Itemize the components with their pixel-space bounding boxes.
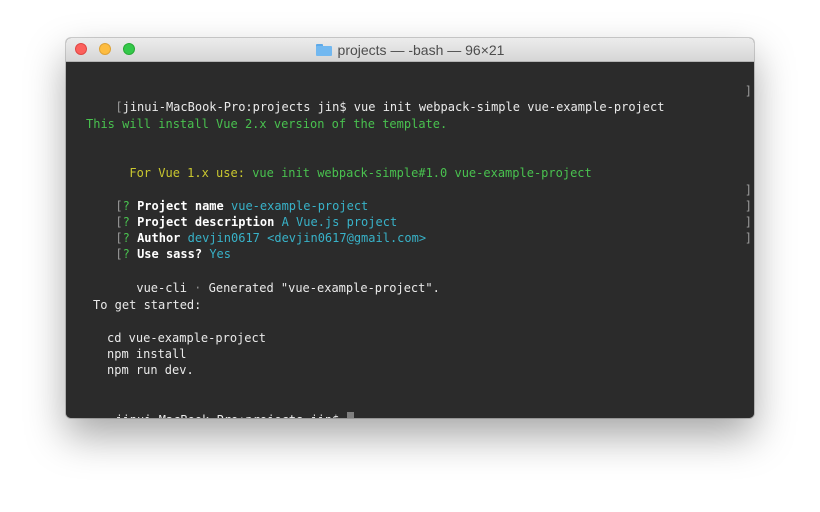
answer-label: Use sass? — [137, 247, 203, 261]
terminal-output[interactable]: [jinui-MacBook-Pro:projects jin$ vue ini… — [66, 62, 754, 418]
generated-text: Generated "vue-example-project". — [208, 281, 440, 295]
step-line: npm run dev. — [107, 363, 194, 377]
answer-value: Yes — [209, 247, 232, 261]
command-line: [jinui-MacBook-Pro:projects jin$ vue ini… — [115, 84, 752, 114]
window-title-area: projects — -bash — 96×21 — [66, 38, 754, 62]
vue1-command: vue init webpack-simple#1.0 vue-example-… — [252, 166, 592, 180]
vue1-label: For Vue 1.x use: — [129, 166, 245, 180]
get-started-line: To get started: — [93, 298, 202, 312]
text-cursor — [346, 412, 354, 418]
step-line: cd vue-example-project — [107, 331, 266, 345]
title-bar[interactable]: projects — -bash — 96×21 — [66, 38, 754, 62]
folder-icon — [315, 44, 332, 56]
prompt: jinui-MacBook-Pro:projects jin$ — [115, 413, 339, 418]
command-text: vue init webpack-simple vue-example-proj… — [353, 100, 665, 114]
generated-line: vue-cli · Generated "vue-example-project… — [93, 264, 754, 295]
info-line: This will install Vue 2.x version of the… — [86, 117, 448, 131]
prompt: jinui-MacBook-Pro:projects jin$ — [122, 100, 347, 114]
answer-line: [? Author devjin0617 <devjin0617@gmail.c… — [115, 215, 752, 245]
step-line: npm install — [107, 347, 187, 361]
vue1-line: For Vue 1.x use: vue init webpack-simple… — [86, 149, 754, 180]
answer-line: [? Project description A Vue.js project] — [115, 199, 752, 229]
answer-line: [? Use sass? Yes] — [115, 231, 752, 261]
terminal-window: projects — -bash — 96×21 [jinui-MacBook-… — [66, 38, 754, 418]
answer-line: [? Project name vue-example-project] — [115, 183, 752, 213]
prompt-line: jinui-MacBook-Pro:projects jin$ — [72, 396, 754, 418]
generated-separator: · — [194, 281, 202, 295]
generated-tool: vue-cli — [136, 281, 187, 295]
window-title: projects — -bash — 96×21 — [337, 42, 505, 58]
